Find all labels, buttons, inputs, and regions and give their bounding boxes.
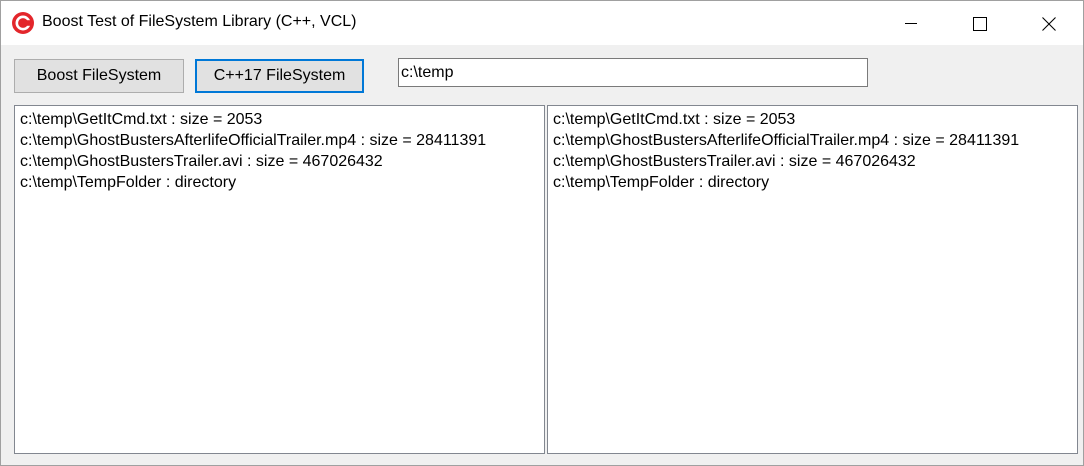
window-title: Boost Test of FileSystem Library (C++, V… bbox=[42, 13, 357, 30]
boost-results-listbox[interactable]: c:\temp\GetItCmd.txt : size = 2053 c:\te… bbox=[14, 105, 545, 454]
close-button[interactable] bbox=[1025, 1, 1071, 45]
maximize-button[interactable] bbox=[956, 1, 1002, 45]
list-item[interactable]: c:\temp\GhostBustersAfterlifeOfficialTra… bbox=[20, 130, 539, 151]
cpp17-filesystem-button[interactable]: C++17 FileSystem bbox=[195, 59, 364, 93]
list-item[interactable]: c:\temp\GetItCmd.txt : size = 2053 bbox=[553, 109, 1072, 130]
list-item[interactable]: c:\temp\GetItCmd.txt : size = 2053 bbox=[20, 109, 539, 130]
list-item[interactable]: c:\temp\TempFolder : directory bbox=[20, 172, 539, 193]
list-item[interactable]: c:\temp\GhostBustersTrailer.avi : size =… bbox=[553, 151, 1072, 172]
path-input[interactable] bbox=[398, 58, 868, 87]
app-window: Boost Test of FileSystem Library (C++, V… bbox=[0, 0, 1084, 466]
list-item[interactable]: c:\temp\TempFolder : directory bbox=[553, 172, 1072, 193]
title-bar[interactable]: Boost Test of FileSystem Library (C++, V… bbox=[1, 1, 1083, 45]
minimize-button[interactable] bbox=[888, 1, 934, 45]
maximize-icon bbox=[973, 17, 987, 31]
boost-filesystem-button[interactable]: Boost FileSystem bbox=[14, 59, 184, 93]
close-icon bbox=[1042, 17, 1056, 31]
list-item[interactable]: c:\temp\GhostBustersTrailer.avi : size =… bbox=[20, 151, 539, 172]
minimize-icon bbox=[905, 23, 917, 24]
list-item[interactable]: c:\temp\GhostBustersAfterlifeOfficialTra… bbox=[553, 130, 1072, 151]
cplusplus-builder-icon bbox=[12, 12, 34, 34]
cpp17-results-listbox[interactable]: c:\temp\GetItCmd.txt : size = 2053 c:\te… bbox=[547, 105, 1078, 454]
